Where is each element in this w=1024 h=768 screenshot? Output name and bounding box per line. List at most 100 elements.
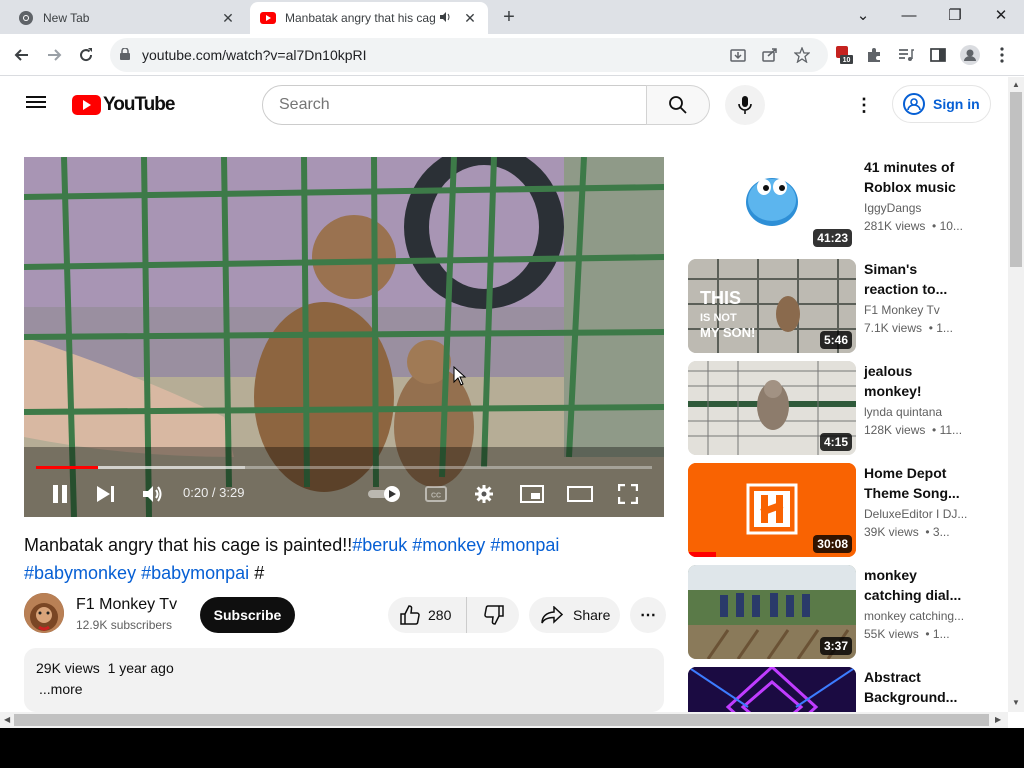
- extensions-puzzle-icon[interactable]: [861, 42, 887, 68]
- suggested-video[interactable]: 41:23 41 minutes of Roblox music IggyDan…: [688, 157, 988, 251]
- channel-avatar[interactable]: [24, 593, 64, 633]
- install-app-icon[interactable]: [725, 42, 751, 68]
- account-icon: [903, 93, 925, 115]
- like-button[interactable]: 280: [388, 597, 467, 633]
- scroll-right-arrow-icon[interactable]: ▶: [995, 715, 1001, 724]
- tab-new-tab[interactable]: New Tab ✕: [8, 2, 246, 34]
- side-panel-icon[interactable]: [925, 42, 951, 68]
- suggested-video[interactable]: Abstract Background...: [688, 667, 988, 712]
- close-tab-icon[interactable]: ✕: [462, 10, 478, 26]
- suggested-title[interactable]: Home Depot Theme Song...: [864, 463, 976, 503]
- profile-avatar-icon[interactable]: [957, 42, 983, 68]
- hashtag-link[interactable]: #monkey: [412, 535, 485, 555]
- subscribe-button[interactable]: Subscribe: [200, 597, 295, 633]
- new-tab-button[interactable]: +: [498, 6, 520, 28]
- hashtag-link[interactable]: #monpai: [490, 535, 559, 555]
- suggested-channel[interactable]: monkey catching...: [864, 609, 974, 623]
- vertical-scroll-thumb[interactable]: [1010, 92, 1022, 267]
- restore-button[interactable]: ❐: [932, 0, 978, 30]
- search-input[interactable]: Search: [262, 85, 647, 125]
- theater-mode-icon[interactable]: [566, 483, 594, 505]
- suggested-age: • 11...: [932, 423, 963, 437]
- back-icon[interactable]: [9, 42, 35, 68]
- forward-icon[interactable]: [41, 42, 67, 68]
- upload-age: 1 year ago: [107, 660, 174, 676]
- minimize-button[interactable]: —: [886, 0, 932, 30]
- scroll-left-arrow-icon[interactable]: ◀: [4, 715, 10, 724]
- like-dislike-group: 280: [388, 597, 519, 633]
- suggested-video[interactable]: 3:37 monkey catching dial... monkey catc…: [688, 565, 988, 659]
- next-video-icon[interactable]: [96, 483, 116, 505]
- suggested-title[interactable]: Abstract Background...: [864, 667, 976, 707]
- address-bar[interactable]: youtube.com/watch?v=al7Dn10kpRI: [110, 38, 828, 72]
- suggested-channel[interactable]: lynda quintana: [864, 405, 974, 419]
- suggested-channel[interactable]: F1 Monkey Tv: [864, 303, 974, 317]
- video-duration: 30:08: [813, 535, 852, 553]
- suggested-title[interactable]: 41 minutes of Roblox music: [864, 157, 976, 197]
- fullscreen-icon[interactable]: [616, 483, 640, 505]
- hashtag-link[interactable]: #babymonkey: [24, 563, 136, 583]
- view-count: 29K views: [36, 660, 100, 676]
- settings-more-icon[interactable]: ⋮: [852, 93, 876, 117]
- suggested-title[interactable]: jealous monkey!: [864, 361, 976, 401]
- dislike-button[interactable]: [468, 597, 519, 633]
- youtube-logo[interactable]: YouTube: [72, 94, 175, 116]
- hamburger-menu-icon[interactable]: [24, 93, 48, 117]
- volume-icon[interactable]: [142, 483, 164, 505]
- owner-row: F1 Monkey Tv 12.9K subscribers Subscribe…: [24, 593, 666, 633]
- share-page-icon[interactable]: [757, 42, 783, 68]
- tab-youtube-video[interactable]: Manbatak angry that his cag ✕: [250, 2, 488, 34]
- suggested-video[interactable]: 30:08 Home Depot Theme Song... DeluxeEdi…: [688, 463, 988, 557]
- scroll-up-arrow-icon[interactable]: ▲: [1012, 80, 1020, 89]
- suggested-thumbnail[interactable]: THIS IS NOT MY SON! 5:46: [688, 259, 856, 353]
- description-box[interactable]: 29K views 1 year ago ...more: [24, 648, 664, 712]
- sign-in-button[interactable]: Sign in: [892, 85, 991, 123]
- suggested-meta: 128K views • 11...: [864, 423, 974, 437]
- show-more-link[interactable]: ...more: [36, 681, 652, 697]
- suggested-thumbnail[interactable]: 3:37: [688, 565, 856, 659]
- reload-icon[interactable]: [73, 42, 99, 68]
- share-button[interactable]: Share: [529, 597, 620, 633]
- browser-menu-icon[interactable]: [989, 42, 1015, 68]
- miniplayer-icon[interactable]: [519, 483, 545, 505]
- captions-icon[interactable]: CC: [424, 483, 448, 505]
- close-tab-icon[interactable]: ✕: [220, 10, 236, 26]
- thumbs-up-icon: [400, 605, 420, 625]
- lock-icon[interactable]: [120, 46, 134, 63]
- hashtag-link[interactable]: #beruk: [352, 535, 407, 555]
- suggested-video[interactable]: THIS IS NOT MY SON! 5:46 Siman's reaction …: [688, 259, 988, 353]
- voice-search-button[interactable]: [725, 85, 765, 125]
- extension-icon-badge[interactable]: 10: [831, 42, 857, 68]
- more-actions-icon[interactable]: ⋯: [630, 597, 666, 633]
- close-window-button[interactable]: ✕: [978, 0, 1024, 30]
- audio-playing-icon[interactable]: [440, 11, 454, 25]
- video-player[interactable]: 0:20 / 3:29 CC: [24, 157, 664, 517]
- channel-name[interactable]: F1 Monkey Tv: [76, 596, 177, 614]
- settings-gear-icon[interactable]: [472, 483, 496, 505]
- tab-title: Manbatak angry that his cag: [285, 11, 436, 25]
- suggested-age: • 1...: [925, 627, 950, 641]
- suggested-thumbnail[interactable]: 30:08: [688, 463, 856, 557]
- suggested-thumbnail[interactable]: 4:15: [688, 361, 856, 455]
- suggested-video[interactable]: 4:15 jealous monkey! lynda quintana 128K…: [688, 361, 988, 455]
- horizontal-scroll-thumb[interactable]: [14, 714, 989, 726]
- suggested-channel[interactable]: DeluxeEditor I DJ...: [864, 507, 974, 521]
- suggested-thumbnail[interactable]: 41:23: [688, 157, 856, 251]
- tab-search-chevron-icon[interactable]: ⌄: [840, 0, 886, 30]
- search-button[interactable]: [646, 85, 710, 125]
- media-control-icon[interactable]: [893, 42, 919, 68]
- like-count: 280: [428, 607, 452, 623]
- autoplay-toggle[interactable]: [368, 483, 402, 505]
- url-text: youtube.com/watch?v=al7Dn10kpRI: [142, 47, 367, 63]
- pause-icon[interactable]: [50, 483, 70, 505]
- progress-bar[interactable]: [36, 466, 652, 469]
- suggested-thumbnail[interactable]: [688, 667, 856, 712]
- bookmark-star-icon[interactable]: [789, 42, 815, 68]
- suggested-channel[interactable]: IggyDangs: [864, 201, 974, 215]
- hashtag-link[interactable]: #babymonpai: [141, 563, 249, 583]
- scroll-down-arrow-icon[interactable]: ▼: [1012, 698, 1020, 707]
- suggested-title[interactable]: Siman's reaction to...: [864, 259, 976, 299]
- suggested-meta: 7.1K views • 1...: [864, 321, 974, 335]
- suggested-title[interactable]: monkey catching dial...: [864, 565, 976, 605]
- browser-window: New Tab ✕ Manbatak angry that his cag ✕ …: [0, 0, 1024, 728]
